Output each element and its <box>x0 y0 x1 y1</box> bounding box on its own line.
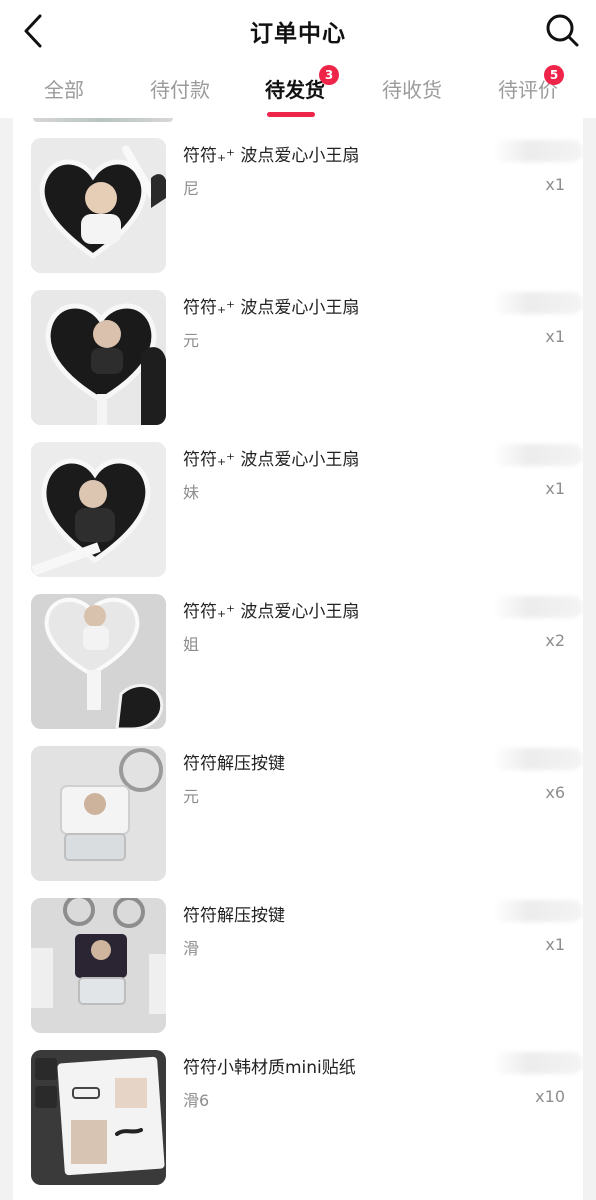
page-title: 订单中心 <box>250 21 346 47</box>
order-item[interactable]: 符符₊⁺ 波点爱心小王扇 姐 x2 <box>13 574 583 729</box>
product-image[interactable] <box>31 1050 166 1185</box>
order-item[interactable]: 符符解压按键 元 x6 <box>13 726 583 881</box>
price-blurred <box>493 292 583 314</box>
product-spec: 元 <box>183 331 200 350</box>
product-title: 符符解压按键 <box>183 906 285 926</box>
product-spec: 妹 <box>183 483 200 502</box>
product-spec: 元 <box>183 787 200 806</box>
product-spec: 滑 <box>183 939 200 958</box>
product-title: 符符小韩材质mini贴纸 <box>183 1058 356 1078</box>
price-blurred <box>493 748 583 770</box>
tab-all[interactable]: 全部 <box>44 74 84 103</box>
order-item[interactable]: 符符₊⁺ 波点爱心小王扇 元 x1 <box>13 270 583 425</box>
product-quantity: x6 <box>545 783 565 802</box>
tab-pending-review[interactable]: 待评价 5 <box>498 65 564 103</box>
product-title: 符符₊⁺ 波点爱心小王扇 <box>183 146 360 166</box>
order-item[interactable]: 符符解压按键 滑 x1 <box>13 878 583 1033</box>
price-blurred <box>493 444 583 466</box>
order-item[interactable]: 符符₊⁺ 波点爱心小王扇 妹 x1 <box>13 422 583 577</box>
product-spec: 滑6 <box>183 1091 210 1110</box>
active-tab-indicator <box>267 112 315 117</box>
order-card: 符符₊⁺ 波点爱心小王扇 尼 x1 符符₊⁺ 波点爱心小王扇 元 x1 符符₊⁺… <box>13 118 583 1200</box>
count-badge: 3 <box>319 65 339 85</box>
product-image[interactable] <box>31 898 166 1033</box>
tab-label: 待发货 <box>265 78 325 102</box>
product-image[interactable] <box>31 290 166 425</box>
product-title: 符符₊⁺ 波点爱心小王扇 <box>183 450 360 470</box>
tab-pending-shipment[interactable]: 待发货 3 <box>265 65 339 103</box>
product-quantity: x1 <box>545 935 565 954</box>
order-item[interactable]: 符符₊⁺ 波点爱心小王扇 尼 x1 <box>13 118 583 273</box>
tab-label: 全部 <box>44 78 84 102</box>
search-icon <box>546 14 579 47</box>
product-image[interactable] <box>31 594 166 729</box>
search-button[interactable] <box>544 12 580 48</box>
tab-pending-payment[interactable]: 待付款 <box>150 74 210 103</box>
order-tabs: 全部 待付款 待发货 3 待收货 待评价 5 <box>0 62 596 118</box>
product-title: 符符₊⁺ 波点爱心小王扇 <box>183 602 360 622</box>
product-spec: 尼 <box>183 179 200 198</box>
product-title: 符符₊⁺ 波点爱心小王扇 <box>183 298 360 318</box>
tab-label: 待收货 <box>382 78 442 102</box>
product-image[interactable] <box>31 746 166 881</box>
count-badge: 5 <box>544 65 564 85</box>
price-blurred <box>493 140 583 162</box>
product-quantity: x10 <box>535 1087 565 1106</box>
app-header: 订单中心 全部 待付款 待发货 3 待收货 待评价 5 <box>0 0 596 118</box>
product-spec: 姐 <box>183 635 200 654</box>
price-blurred <box>493 596 583 618</box>
product-quantity: x1 <box>545 327 565 346</box>
product-quantity: x1 <box>545 479 565 498</box>
price-blurred <box>493 900 583 922</box>
tab-label: 待付款 <box>150 78 210 102</box>
price-blurred <box>493 1052 583 1074</box>
product-quantity: x2 <box>545 631 565 650</box>
product-image[interactable] <box>31 138 166 273</box>
product-image[interactable] <box>31 442 166 577</box>
tab-pending-receipt[interactable]: 待收货 <box>382 74 442 103</box>
order-item[interactable]: 符符小韩材质mini贴纸 滑6 x10 <box>13 1030 583 1185</box>
product-title: 符符解压按键 <box>183 754 285 774</box>
product-quantity: x1 <box>545 175 565 194</box>
